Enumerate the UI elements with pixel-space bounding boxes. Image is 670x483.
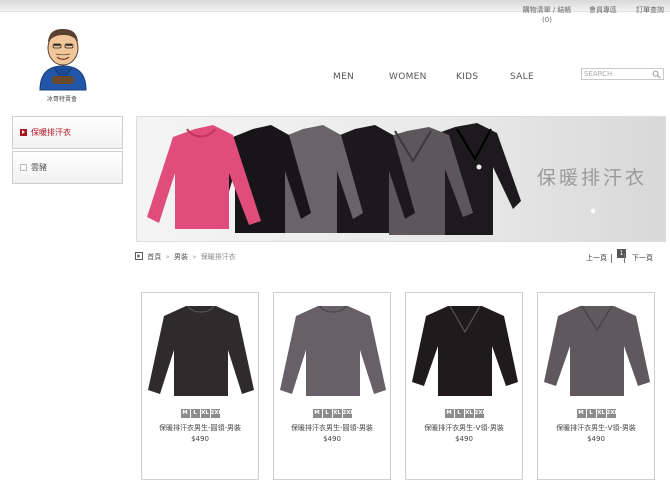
search-icon[interactable]	[652, 70, 661, 79]
breadcrumb-separator: »	[165, 253, 170, 261]
cart-label: 購物清單 / 結帳	[522, 6, 572, 14]
size-m[interactable]: M	[444, 409, 454, 418]
product-name[interactable]: 保暖排汗衣男生-V領-男裝	[538, 423, 654, 433]
shirt-body	[280, 306, 386, 396]
search-box	[581, 68, 664, 80]
product-price: $490	[191, 435, 209, 443]
product-price: $490	[587, 435, 605, 443]
product-card[interactable]: M L XL 2XL 保暖排汗衣男生-圓領-男裝 $490	[141, 292, 259, 480]
size-xl[interactable]: XL	[200, 409, 210, 418]
size-options: M L XL 2XL	[274, 409, 390, 418]
product-card[interactable]: M L XL 2XL 保暖排汗衣男生-V領-男裝 $490	[405, 292, 523, 480]
hero-banner[interactable]: 保暖排汗衣	[136, 116, 666, 242]
sidebar-item-label: 雲豬	[31, 163, 47, 172]
sidebar-item-second[interactable]: 雲豬	[12, 151, 123, 184]
member-link[interactable]: 會員專區	[589, 5, 617, 15]
size-l[interactable]: L	[190, 409, 200, 418]
size-2xl[interactable]: 2XL	[606, 409, 618, 418]
product-image	[412, 305, 518, 396]
breadcrumb-category[interactable]: 男裝	[174, 253, 188, 261]
shirt-body	[544, 306, 650, 396]
banner-title: 保暖排汗衣	[537, 167, 648, 189]
next-page-link[interactable]: 下一頁	[632, 253, 653, 263]
size-options: M L XL 2XL	[406, 409, 522, 418]
breadcrumb-current: 保暖排汗衣	[200, 253, 236, 261]
size-l[interactable]: L	[454, 409, 464, 418]
product-price: $490	[455, 435, 473, 443]
search-input[interactable]	[583, 69, 651, 79]
nav-men[interactable]: MEN	[333, 72, 354, 82]
sidebar-item-thermal-wear[interactable]: 保暖排汗衣	[12, 116, 123, 149]
size-l[interactable]: L	[586, 409, 596, 418]
nav-sale[interactable]: SALE	[510, 72, 534, 82]
sidebar-item-label: 保暖排汗衣	[31, 128, 71, 137]
product-image	[280, 305, 386, 396]
size-xl[interactable]: XL	[596, 409, 606, 418]
product-name[interactable]: 保暖排汗衣男生-圓領-男裝	[142, 423, 258, 433]
size-m[interactable]: M	[180, 409, 190, 418]
product-image	[544, 305, 650, 396]
size-m[interactable]: M	[312, 409, 322, 418]
active-arrow-icon	[20, 129, 27, 136]
size-options: M L XL 2XL	[142, 409, 258, 418]
product-price: $490	[323, 435, 341, 443]
size-2xl[interactable]: 2XL	[474, 409, 486, 418]
size-m[interactable]: M	[576, 409, 586, 418]
home-arrow-icon	[135, 252, 143, 260]
mascot-icon	[39, 29, 87, 91]
size-2xl[interactable]: 2XL	[342, 409, 354, 418]
shirt-body	[412, 306, 518, 396]
prev-page-link[interactable]: 上一頁	[586, 253, 607, 263]
size-l[interactable]: L	[322, 409, 332, 418]
nav-women[interactable]: WOMEN	[389, 72, 427, 82]
product-name[interactable]: 保暖排汗衣男生-圓領-男裝	[274, 423, 390, 433]
size-2xl[interactable]: 2XL	[210, 409, 222, 418]
cart-link[interactable]: 購物清單 / 結帳 (0)	[516, 5, 578, 25]
nav-kids[interactable]: KIDS	[456, 72, 478, 82]
size-options: M L XL 2XL	[538, 409, 654, 418]
breadcrumb: 首頁 » 男裝 » 保暖排汗衣	[135, 252, 236, 262]
bullet-icon	[20, 164, 27, 171]
pager-divider	[624, 254, 625, 263]
logo-caption: 冰哥特賣會	[46, 96, 77, 103]
pager-divider	[611, 254, 612, 263]
product-image	[148, 305, 254, 396]
shirt-body	[148, 306, 254, 396]
size-xl[interactable]: XL	[464, 409, 474, 418]
product-card[interactable]: M L XL 2XL 保暖排汗衣男生-圓領-男裝 $490	[273, 292, 391, 480]
product-name[interactable]: 保暖排汗衣男生-V領-男裝	[406, 423, 522, 433]
order-query-link[interactable]: 訂單查詢	[636, 5, 664, 15]
size-xl[interactable]: XL	[332, 409, 342, 418]
product-card[interactable]: M L XL 2XL 保暖排汗衣男生-V領-男裝 $490	[537, 292, 655, 480]
breadcrumb-home[interactable]: 首頁	[147, 253, 161, 261]
cart-count: (0)	[542, 16, 552, 24]
logo[interactable]	[34, 24, 92, 104]
breadcrumb-separator: »	[192, 253, 197, 261]
